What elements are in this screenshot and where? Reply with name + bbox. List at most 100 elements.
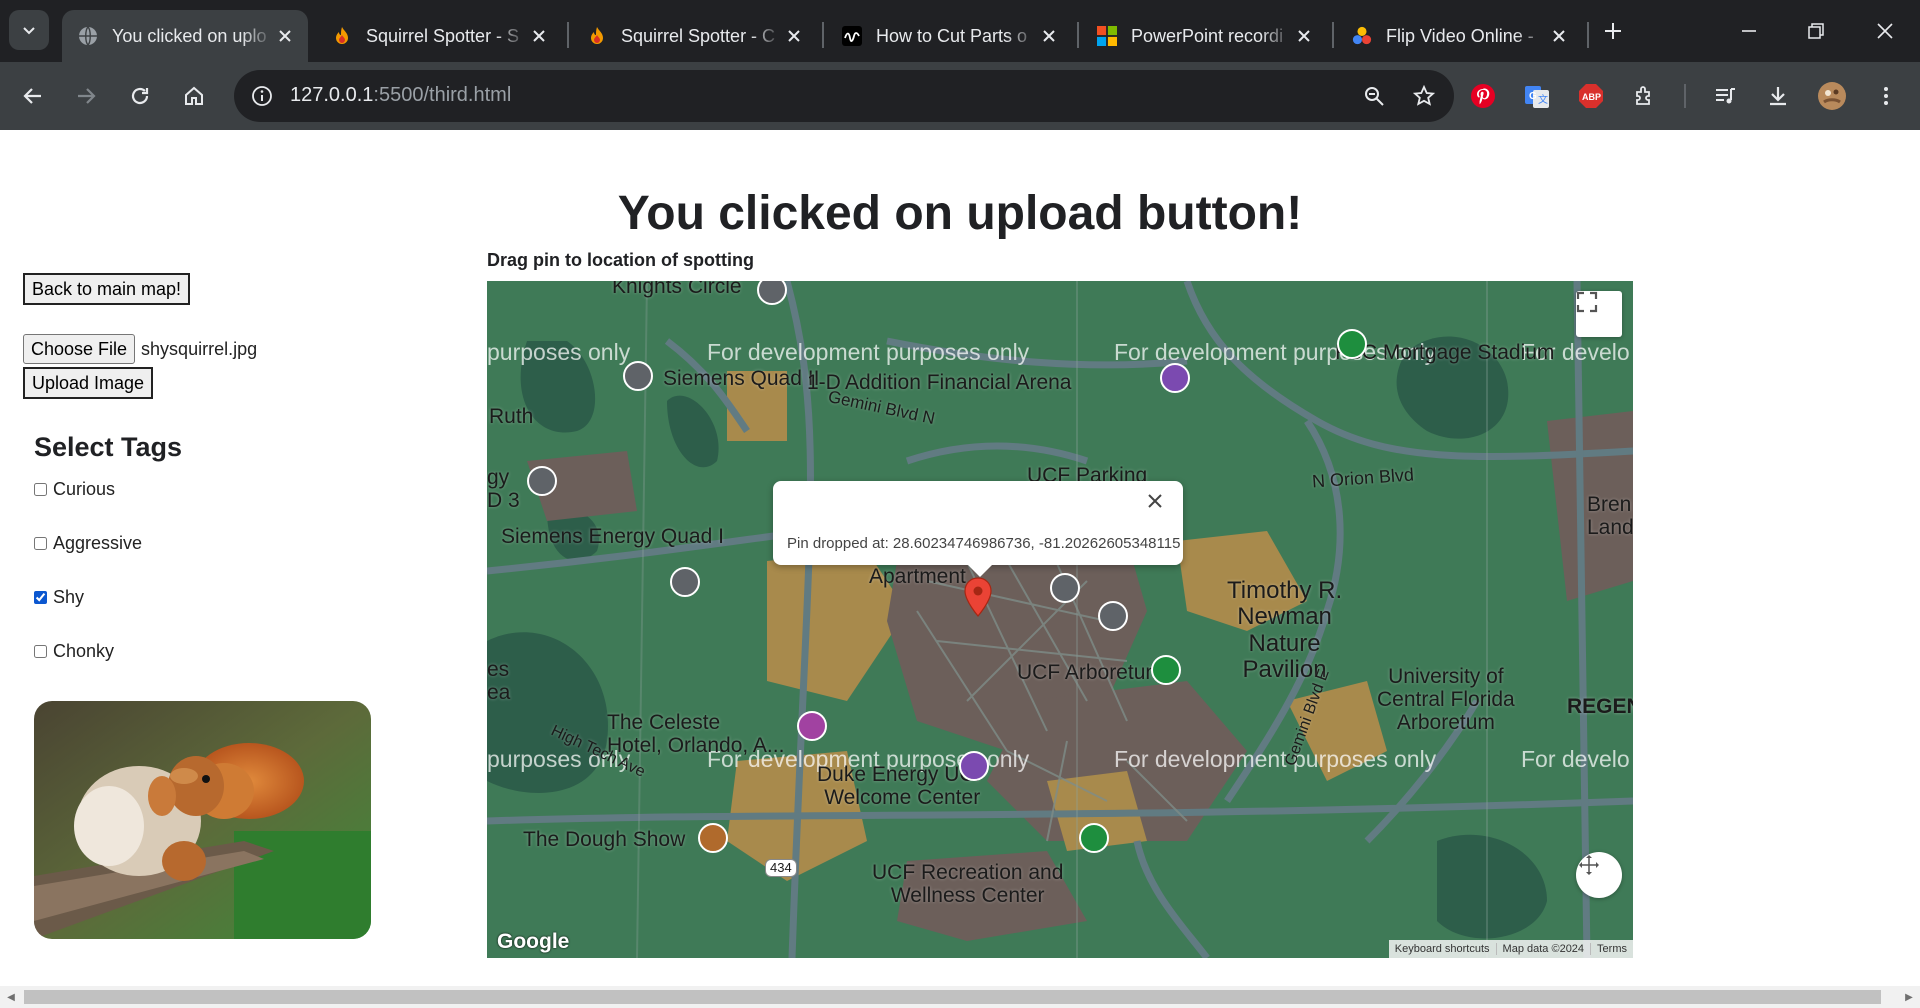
keyboard-shortcuts-link[interactable]: Keyboard shortcuts [1389,943,1496,955]
school-icon[interactable] [1098,601,1128,631]
site-info-button[interactable] [244,78,280,114]
tag-aggressive-checkbox[interactable] [34,537,47,550]
downloads-button[interactable] [1760,78,1796,114]
tag-aggressive[interactable]: Aggressive [34,533,142,554]
wave-icon [842,26,862,46]
tab-title: Squirrel Spotter - C [621,25,776,46]
fullscreen-button[interactable] [1576,291,1622,337]
map-label: UCF Recreation and Wellness Center [872,861,1064,908]
tab-squirrel-spotter-1[interactable]: Squirrel Spotter - S [316,10,562,62]
zoom-icon [1365,87,1384,106]
back-button[interactable] [15,78,51,114]
horizontal-scrollbar[interactable]: ◀ ▶ [0,986,1920,1008]
map-label: Siemens Energy Quad I [501,525,724,548]
home-button[interactable] [176,78,212,114]
map-label: University of Central Florida Arboretum [1377,665,1515,735]
plus-icon [1605,23,1621,39]
route-shield: 434 [765,859,797,878]
watermark: For development purposes only [1114,746,1437,772]
terms-link[interactable]: Terms [1590,943,1633,955]
globe-icon [78,26,98,46]
url-text[interactable]: 127.0.0.1:5500/third.html [290,84,511,107]
extensions-button[interactable] [1627,78,1663,114]
arena-icon[interactable] [1160,363,1190,393]
chrome-menu-button[interactable] [1868,78,1904,114]
bookmark-button[interactable] [1406,78,1442,114]
map-data-text: Map data ©2024 [1495,943,1591,955]
reload-button[interactable] [122,78,158,114]
media-controls-button[interactable] [1707,78,1743,114]
map-camera-control[interactable] [1576,852,1622,898]
scroll-right-icon[interactable]: ▶ [1902,990,1916,1004]
tag-chonky[interactable]: Chonky [34,641,114,662]
profile-avatar[interactable] [1814,78,1850,114]
tab-separator [1587,22,1589,48]
tag-label: Chonky [53,641,115,661]
tag-curious-checkbox[interactable] [34,483,47,496]
svg-text:ABP: ABP [1582,92,1601,102]
map-label: es ea [487,658,511,705]
google-translate-extension[interactable]: G文 [1519,78,1555,114]
map[interactable]: purposes only For development purposes o… [487,281,1633,958]
adblock-plus-extension[interactable]: ABP [1573,78,1609,114]
close-icon[interactable] [528,25,550,47]
place-marker-icon[interactable] [623,361,653,391]
scroll-left-icon[interactable]: ◀ [4,990,18,1004]
pinterest-extension[interactable] [1465,78,1501,114]
hotel-icon[interactable] [797,711,827,741]
puzzle-icon [1636,86,1650,105]
close-window-button[interactable] [1868,14,1902,48]
tab-separator [1332,22,1334,48]
recreation-icon[interactable] [1079,823,1109,853]
map-label: gy D 3 [487,466,520,513]
tab-you-clicked[interactable]: You clicked on uplo [62,10,308,62]
close-icon[interactable] [274,25,296,47]
scrollbar-thumb[interactable] [24,990,1881,1004]
tab-squirrel-spotter-2[interactable]: Squirrel Spotter - C [571,10,817,62]
fullscreen-icon [1576,291,1598,313]
restaurant-icon[interactable] [698,823,728,853]
close-icon[interactable] [1293,25,1315,47]
toolbar-separator [1684,84,1686,108]
select-tags-heading: Select Tags [34,432,183,462]
address-bar[interactable]: 127.0.0.1:5500/third.html [234,70,1454,122]
upload-image-button[interactable]: Upload Image [23,367,154,399]
tab-flip-video[interactable]: Flip Video Online - [1336,10,1582,62]
download-icon [1770,87,1786,106]
tree-icon[interactable] [1151,655,1181,685]
close-icon[interactable] [783,25,805,47]
tag-chonky-checkbox[interactable] [34,645,47,658]
tab-title: Flip Video Online - [1386,25,1534,46]
choose-file-button[interactable]: Choose File [23,334,136,364]
tag-shy-checkbox[interactable] [34,591,47,604]
map-label: Knights Circle [612,281,742,298]
back-to-main-map-button[interactable]: Back to main map! [23,273,191,305]
tag-shy[interactable]: Shy [34,587,84,608]
zoom-button[interactable] [1356,78,1392,114]
forward-button[interactable] [68,78,104,114]
minimize-button[interactable] [1732,14,1766,48]
camera-icon[interactable] [959,751,989,781]
school-icon[interactable] [1050,573,1080,603]
close-icon[interactable] [1038,25,1060,47]
watermark: For develo [1521,746,1630,772]
restore-button[interactable] [1799,14,1833,48]
stadium-icon[interactable] [1337,329,1367,359]
minimize-icon [1742,30,1756,32]
tab-how-to-cut[interactable]: How to Cut Parts o [826,10,1072,62]
file-input[interactable]: Choose File shysquirrel.jpg [23,334,257,364]
map-label: The Celeste Hotel, Orlando, A... [607,711,785,758]
pan-arrows-icon [1579,855,1599,875]
tag-curious[interactable]: Curious [34,479,115,500]
place-marker-icon[interactable] [670,567,700,597]
tab-search-button[interactable] [9,10,49,50]
place-marker-icon[interactable] [527,466,557,496]
arrow-right-icon [78,88,96,104]
tab-separator [1077,22,1079,48]
close-info-window-button[interactable] [1147,493,1171,517]
new-tab-button[interactable] [1596,14,1630,48]
close-icon[interactable] [1548,25,1570,47]
tab-powerpoint[interactable]: PowerPoint recordi [1081,10,1327,62]
pin-info-window: Pin dropped at: 28.60234746986736, -81.2… [773,481,1183,577]
tab-title: You clicked on uplo [112,25,267,46]
